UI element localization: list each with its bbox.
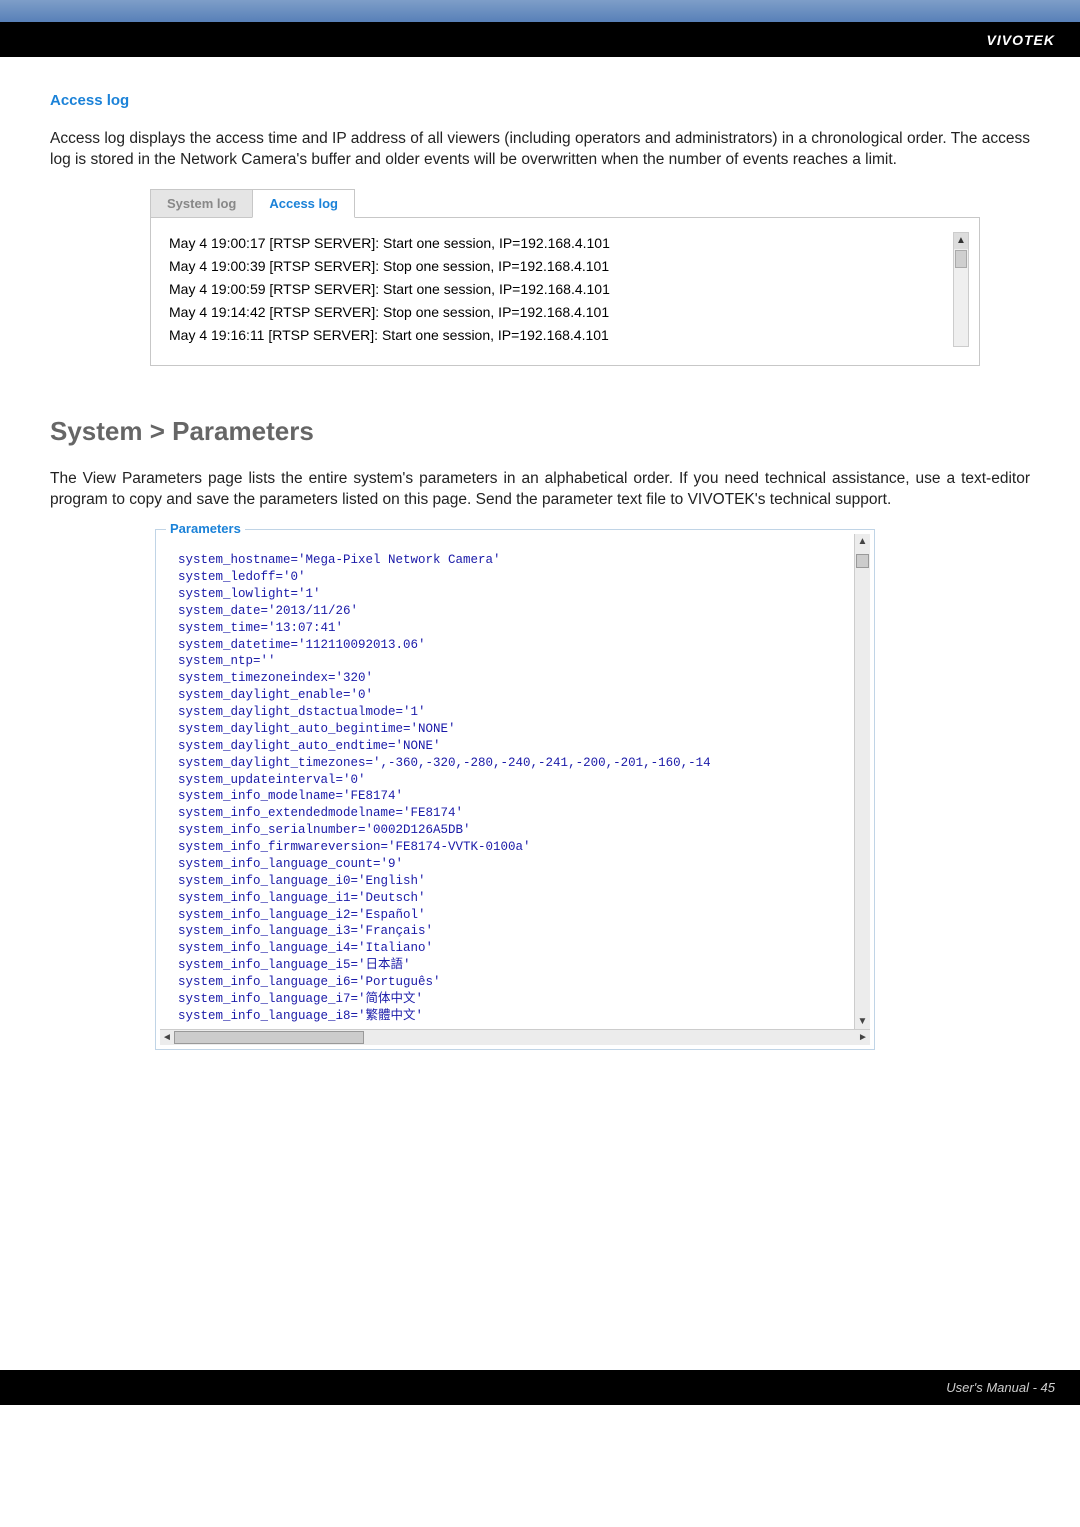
access-log-intro: Access log displays the access time and … bbox=[50, 129, 1030, 171]
log-line: May 4 19:14:42 [RTSP SERVER]: Stop one s… bbox=[169, 301, 953, 324]
parameters-box: Parameters system_hostname='Mega-Pixel N… bbox=[155, 529, 875, 1050]
parameters-heading: System > Parameters bbox=[50, 416, 1030, 447]
access-log-heading: Access log bbox=[50, 92, 1030, 109]
parameters-text[interactable]: system_hostname='Mega-Pixel Network Came… bbox=[160, 534, 854, 1029]
scroll-thumb[interactable] bbox=[174, 1031, 364, 1044]
page-content: Access log Access log displays the acces… bbox=[0, 57, 1080, 1110]
parameters-v-scroll[interactable]: ▲ ▼ bbox=[854, 534, 870, 1029]
log-line: May 4 19:00:17 [RTSP SERVER]: Start one … bbox=[169, 232, 953, 255]
tab-system-log[interactable]: System log bbox=[150, 189, 253, 218]
scroll-left-icon[interactable]: ◄ bbox=[160, 1030, 174, 1045]
tab-access-log[interactable]: Access log bbox=[252, 189, 355, 218]
decorative-top-bar bbox=[0, 0, 1080, 22]
footer-text: User's Manual - 45 bbox=[946, 1380, 1055, 1395]
log-line: May 4 19:16:11 [RTSP SERVER]: Start one … bbox=[169, 324, 953, 347]
brand-name: VIVOTEK bbox=[987, 32, 1055, 48]
scroll-down-icon[interactable]: ▼ bbox=[855, 1015, 870, 1029]
tabs-row: System log Access log bbox=[150, 189, 980, 218]
scroll-right-icon[interactable]: ► bbox=[856, 1030, 870, 1045]
scroll-up-icon[interactable]: ▲ bbox=[954, 233, 968, 249]
brand-bar: VIVOTEK bbox=[0, 22, 1080, 57]
parameters-h-scroll[interactable]: ◄ ► bbox=[160, 1029, 870, 1045]
footer-bar: User's Manual - 45 bbox=[0, 1370, 1080, 1405]
log-scrollbar[interactable]: ▲ bbox=[953, 232, 969, 347]
parameters-intro: The View Parameters page lists the entir… bbox=[50, 469, 1030, 511]
scroll-up-icon[interactable]: ▲ bbox=[855, 534, 870, 548]
parameters-legend: Parameters bbox=[166, 521, 245, 536]
access-log-lines: May 4 19:00:17 [RTSP SERVER]: Start one … bbox=[169, 232, 953, 347]
scroll-thumb[interactable] bbox=[856, 554, 869, 568]
log-line: May 4 19:00:59 [RTSP SERVER]: Start one … bbox=[169, 278, 953, 301]
h-scroll-track[interactable] bbox=[174, 1030, 856, 1045]
scroll-thumb[interactable] bbox=[955, 250, 967, 268]
log-line: May 4 19:00:39 [RTSP SERVER]: Stop one s… bbox=[169, 255, 953, 278]
access-log-panel: System log Access log May 4 19:00:17 [RT… bbox=[150, 189, 980, 366]
access-log-body: May 4 19:00:17 [RTSP SERVER]: Start one … bbox=[150, 217, 980, 366]
